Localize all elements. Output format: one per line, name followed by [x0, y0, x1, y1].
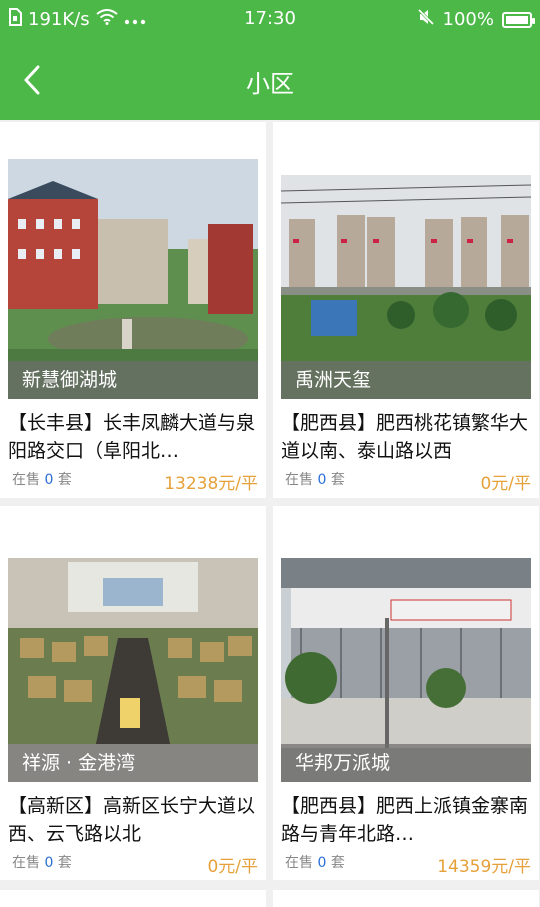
listing-price: 0元/平	[207, 857, 258, 877]
listing-card[interactable]: 新慧御湖城 【长丰县】长丰凤麟大道与泉阳路交口（阜阳北… 在售 0 套 1323…	[0, 122, 266, 498]
battery-icon	[502, 11, 535, 28]
listing-photo: 新慧御湖城	[8, 159, 258, 399]
sale-count: 0	[317, 855, 327, 871]
listing-name: 新慧御湖城	[8, 361, 258, 399]
listing-sale-status: 在售 0 套	[12, 855, 72, 871]
listing-name: 华邦万派城	[281, 744, 531, 782]
listing-price: 14359元/平	[437, 857, 531, 877]
listing-address: 【高新区】高新区长宁大道以西、云飞路以北	[8, 795, 256, 845]
battery-percent: 100%	[442, 9, 494, 30]
nav-bar: 小区	[0, 40, 540, 120]
listing-name: 禹洲天玺	[281, 361, 531, 399]
sale-count: 0	[44, 472, 54, 488]
listing-price: 0元/平	[480, 474, 531, 494]
listing-price: 13238元/平	[164, 474, 258, 494]
listing-card[interactable]: 祥源 · 金港湾 【高新区】高新区长宁大道以西、云飞路以北 在售 0 套 0元/…	[0, 506, 266, 880]
page-title: 小区	[246, 70, 294, 98]
listing-photo: 华邦万派城	[281, 558, 531, 782]
listing-address: 【肥西县】肥西上派镇金寨南路与青年北路…	[281, 795, 529, 845]
listing-card-partial[interactable]	[273, 890, 539, 907]
top-bar: 191K/s 17:30 100% 小区	[0, 0, 540, 120]
listing-sale-status: 在售 0 套	[285, 472, 345, 488]
status-bar: 191K/s 17:30 100%	[0, 0, 540, 38]
listing-name: 祥源 · 金港湾	[8, 744, 258, 782]
listing-photo: 禹洲天玺	[281, 175, 531, 399]
listing-address: 【长丰县】长丰凤麟大道与泉阳路交口（阜阳北…	[8, 412, 256, 462]
mute-icon	[417, 8, 435, 31]
sale-count: 0	[44, 855, 54, 871]
listing-card-partial[interactable]	[0, 890, 266, 907]
listing-photo: 祥源 · 金港湾	[8, 558, 258, 782]
listing-card[interactable]: 禹洲天玺 【肥西县】肥西桃花镇繁华大道以南、泰山路以西 在售 0 套 0元/平	[273, 122, 539, 498]
listing-card[interactable]: 华邦万派城 【肥西县】肥西上派镇金寨南路与青年北路… 在售 0 套 14359元…	[273, 506, 539, 880]
sale-count: 0	[317, 472, 327, 488]
listing-sale-status: 在售 0 套	[285, 855, 345, 871]
status-right: 100%	[417, 8, 535, 31]
listing-address: 【肥西县】肥西桃花镇繁华大道以南、泰山路以西	[281, 412, 529, 462]
listing-sale-status: 在售 0 套	[12, 472, 72, 488]
